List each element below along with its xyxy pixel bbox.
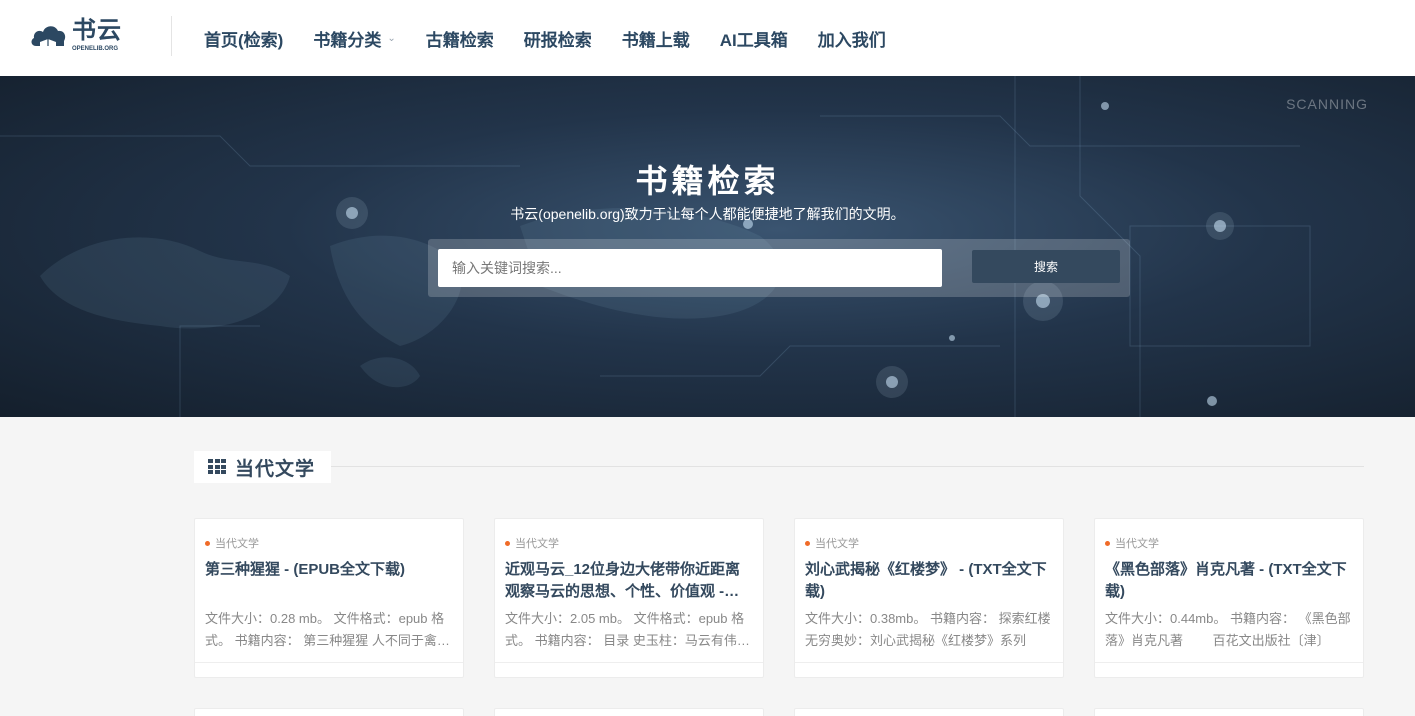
nav-item-home[interactable]: 首页(检索) xyxy=(204,26,283,51)
book-title[interactable]: 《黑色部落》肖克凡著 - (TXT全文下载) xyxy=(1105,559,1355,603)
book-description: 文件大小：2.05 mb。 文件格式：epub 格式。 书籍内容： 目录 史玉柱… xyxy=(505,611,750,648)
nav-categories-label: 书籍分类 xyxy=(313,30,382,50)
search-box: 搜索 xyxy=(428,239,1130,297)
book-card-partial[interactable] xyxy=(194,708,464,716)
nav-home-label: 首页(检索) xyxy=(204,30,284,50)
book-card[interactable]: 当代文学 第三种猩猩 - (EPUB全文下载) 文件大小：0.28 mb。 文件… xyxy=(194,518,464,678)
section-title: 当代文学 xyxy=(235,458,316,480)
main-nav: 首页(检索) 书籍分类 ⌄ 古籍检索 研报检索 书籍上载 AI工具箱 加入我们 xyxy=(204,0,916,76)
book-title[interactable]: 第三种猩猩 - (EPUB全文下载) xyxy=(205,559,455,581)
logo-text: 书云 OPENELIB.ORG xyxy=(72,19,122,53)
nav-ancient-label: 古籍检索 xyxy=(425,30,494,50)
nav-item-ancient-books[interactable]: 古籍检索 xyxy=(426,26,494,51)
category-tag[interactable]: 当代文学 xyxy=(205,535,259,551)
category-tag[interactable]: 当代文学 xyxy=(805,535,859,551)
dot-icon xyxy=(205,540,210,546)
nav-item-join-us[interactable]: 加入我们 xyxy=(818,26,886,51)
nav-upload-label: 书籍上载 xyxy=(621,30,690,50)
nav-item-categories[interactable]: 书籍分类 ⌄ xyxy=(313,26,395,51)
top-header: 书云 OPENELIB.ORG 首页(检索) 书籍分类 ⌄ 古籍检索 研报检索 书… xyxy=(0,0,1415,76)
card-divider xyxy=(495,662,763,663)
card-divider xyxy=(1095,662,1363,663)
hero-subtitle: 书云(openelib.org)致力于让每个人都能便捷地了解我们的文明。 xyxy=(510,206,905,222)
scanning-watermark: SCANNING xyxy=(1286,96,1368,112)
dot-icon xyxy=(1105,540,1110,546)
category-tag[interactable]: 当代文学 xyxy=(505,535,559,551)
category-tag-label: 当代文学 xyxy=(215,538,259,550)
site-logo[interactable]: 书云 OPENELIB.ORG xyxy=(30,16,130,56)
search-button[interactable]: 搜索 xyxy=(972,250,1120,283)
logo-chinese: 书云 xyxy=(72,17,122,44)
hero-banner: SCANNING 书籍检索 书云(openelib.org)致力于让每个人都能便… xyxy=(0,76,1415,417)
book-card[interactable]: 当代文学 《黑色部落》肖克凡著 - (TXT全文下载) 文件大小：0.44mb。… xyxy=(1094,518,1364,678)
category-tag[interactable]: 当代文学 xyxy=(1105,535,1159,551)
nav-ai-label: AI工具箱 xyxy=(719,30,788,50)
nav-join-label: 加入我们 xyxy=(817,30,886,50)
nav-item-research-reports[interactable]: 研报检索 xyxy=(524,26,592,51)
category-tag-label: 当代文学 xyxy=(515,538,559,550)
book-description: 文件大小：0.28 mb。 文件格式：epub 格式。 书籍内容： 第三种猩猩 … xyxy=(205,611,450,648)
nav-item-upload[interactable]: 书籍上载 xyxy=(622,26,690,51)
book-card-partial[interactable] xyxy=(1094,708,1364,716)
card-divider xyxy=(195,662,463,663)
book-card[interactable]: 当代文学 近观马云_12位身边大佬带你近距离观察马云的思想、个性、价值观 - (… xyxy=(494,518,764,678)
dot-icon xyxy=(505,540,510,546)
hero-title: 书籍检索 xyxy=(635,163,780,199)
dot-icon xyxy=(805,540,810,546)
cloud-book-icon xyxy=(31,26,66,49)
category-tag-label: 当代文学 xyxy=(815,538,859,550)
book-card-partial[interactable] xyxy=(794,708,1064,716)
book-card[interactable]: 当代文学 刘心武揭秘《红楼梦》 - (TXT全文下载) 文件大小：0.38mb。… xyxy=(794,518,1064,678)
section-divider xyxy=(331,466,1364,467)
book-description: 文件大小：0.44mb。 书籍内容： 《黑色部落》肖克凡著 百花文出版社〔津〕 xyxy=(1105,611,1351,648)
nav-item-ai-tools[interactable]: AI工具箱 xyxy=(720,26,788,51)
book-card-partial[interactable] xyxy=(494,708,764,716)
chevron-down-icon: ⌄ xyxy=(387,32,396,44)
grid-icon xyxy=(208,459,226,475)
category-tag-label: 当代文学 xyxy=(1115,538,1159,550)
book-title[interactable]: 刘心武揭秘《红楼梦》 - (TXT全文下载) xyxy=(805,559,1055,603)
section-heading: 当代文学 xyxy=(194,451,331,483)
book-title[interactable]: 近观马云_12位身边大佬带你近距离观察马云的思想、个性、价值观 - (EPUB全… xyxy=(505,559,755,603)
header-divider xyxy=(171,16,172,56)
nav-research-label: 研报检索 xyxy=(523,30,592,50)
logo-domain: OPENELIB.ORG xyxy=(72,46,119,52)
card-divider xyxy=(795,662,1063,663)
search-input[interactable] xyxy=(438,249,942,287)
book-description: 文件大小：0.38mb。 书籍内容： 探索红楼无穷奥妙：刘心武揭秘《红楼梦》系列 xyxy=(805,611,1051,648)
